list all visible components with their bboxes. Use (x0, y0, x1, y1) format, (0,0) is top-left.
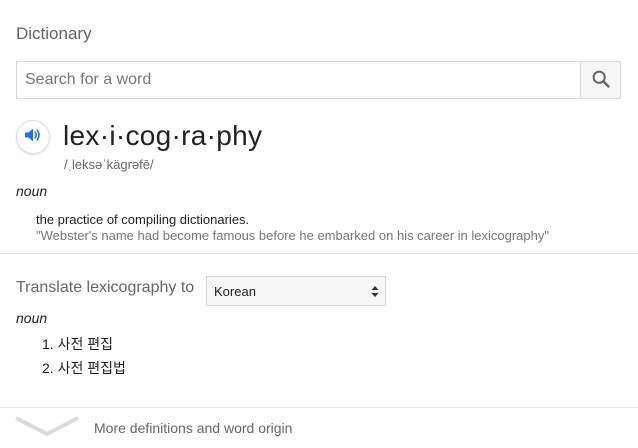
search-icon (592, 70, 610, 91)
translation-list: 1. 사전 편집 2. 사전 편집법 (42, 336, 126, 384)
translation-item: 1. 사전 편집 (42, 336, 113, 352)
translate-label: Translate lexicography to (16, 279, 195, 296)
search-box (16, 61, 621, 99)
speaker-icon (24, 127, 42, 148)
headword: lex·i·cog·ra·phy (63, 120, 263, 151)
example-sentence: "Webster's name had become famous before… (36, 228, 549, 243)
more-definitions-link[interactable]: More definitions and word origin (0, 408, 638, 448)
translation-part-of-speech: noun (16, 310, 48, 326)
phonetic-spelling: /ˌleksəˈkägrəfē/ (64, 157, 154, 172)
more-definitions-label: More definitions and word origin (94, 420, 293, 436)
card-title: Dictionary (16, 24, 92, 43)
translation-item: 2. 사전 편집법 (42, 360, 126, 376)
dictionary-card: Dictionary lex·i·cog·ra·phy /ˌleksəˈkägr… (0, 0, 638, 448)
definition-text: the practice of compiling dictionaries. (36, 212, 250, 227)
chevron-down-icon (14, 416, 80, 443)
part-of-speech: noun (16, 183, 48, 199)
section-divider (0, 253, 638, 254)
language-select[interactable]: Korean (206, 276, 386, 306)
language-select-value: Korean (214, 283, 256, 299)
search-input[interactable] (17, 62, 580, 98)
pronunciation-audio-button[interactable] (16, 120, 50, 154)
search-button[interactable] (580, 62, 620, 98)
select-arrows-icon (371, 285, 379, 298)
